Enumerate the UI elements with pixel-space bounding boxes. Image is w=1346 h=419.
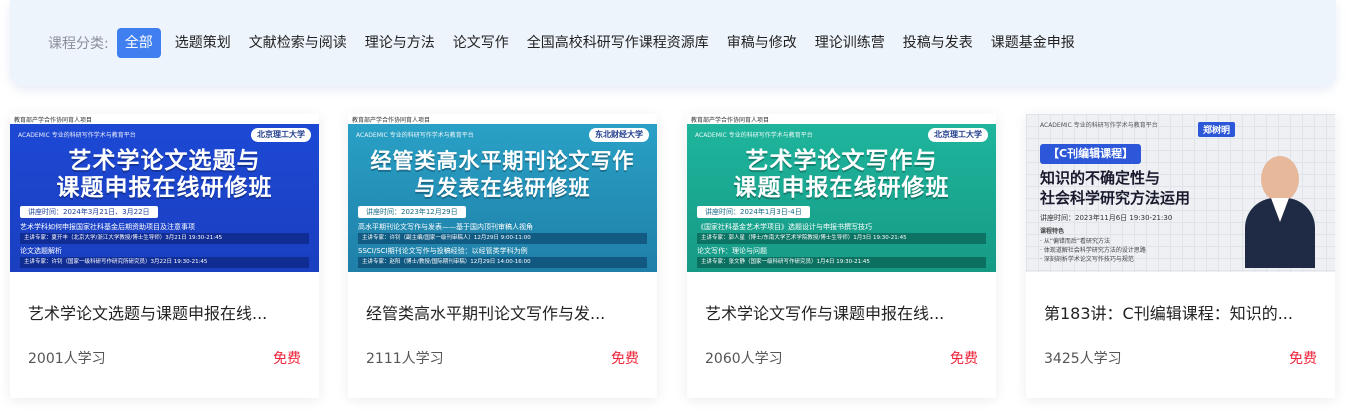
- thumb-headline-1: 知识的不确定性与: [1040, 169, 1161, 187]
- thumb-time: 讲座时间：2024年1月3日-4日: [697, 206, 810, 218]
- course-title[interactable]: 经管类高水平期刊论文写作与发...: [366, 300, 640, 324]
- learner-count: 2001人学习: [28, 351, 106, 367]
- thumb-bar-2: 主讲专家：许钊（国家一级科研写作研究所研究员）3月22日 19:30-21:45: [20, 257, 309, 268]
- thumb-line-2: 论文写作：理论与问题: [697, 247, 767, 255]
- thumb-topline: 教育部产学合作协同育人项目: [14, 117, 93, 124]
- price-badge: 免费: [273, 351, 301, 367]
- thumb-line-1: 艺术学科如何申报国家社科基金后期资助项目及注意事项: [20, 223, 195, 231]
- university-logo: 东北财经大学: [589, 128, 649, 142]
- course-thumbnail[interactable]: ACADEMIC 专业的科研写作学术与教育平台 【C刊编辑课程】 知识的不确定性…: [1026, 114, 1335, 272]
- thumb-topline: 教育部产学合作协同育人项目: [352, 117, 431, 124]
- thumb-line-1: 课程特色: [1040, 228, 1065, 235]
- learner-count: 3425人学习: [1044, 351, 1122, 367]
- price-badge: 免费: [611, 351, 639, 367]
- platform-logo: ACADEMIC 专业的科研写作学术与教育平台: [695, 132, 813, 139]
- thumb-time: 讲座时间：2023年11月6日 19:30-21:30: [1040, 214, 1173, 222]
- course-title[interactable]: 艺术学论文选题与课题申报在线...: [28, 300, 302, 324]
- filter-item-topic-planning[interactable]: 选题策划: [169, 28, 237, 58]
- thumb-line-1: 高水平期刊论文写作与发表——基于国内顶刊审稿人视角: [358, 223, 533, 231]
- thumb-line-2: · 从“偏错而后”看研究方法: [1040, 238, 1111, 245]
- course-filter-bar: 课程分类: 全部 选题策划 文献检索与阅读 理论与方法 论文写作 全国高校科研写…: [10, 0, 1336, 86]
- thumb-bar-1: 主讲专家：许钊（副主编/国家一级刊审稿人）12月29日 9:00-11:00: [358, 233, 647, 244]
- university-logo: 北京理工大学: [251, 128, 311, 142]
- thumb-headline-2: 社会科学研究方法运用: [1040, 189, 1191, 207]
- thumb-headline-1: 艺术学论文写作与: [745, 148, 938, 174]
- filter-item-review-revision[interactable]: 审稿与修改: [721, 28, 803, 58]
- thumb-headline-2: 课题申报在线研修班: [56, 175, 273, 201]
- thumb-headline-1: 艺术学论文选题与: [68, 148, 261, 174]
- filter-row: 课程分类: 全部 选题策划 文献检索与阅读 理论与方法 论文写作 全国高校科研写…: [48, 28, 1087, 58]
- thumb-line-3: · 体现道解社会科学研究方法的设计思路: [1040, 247, 1146, 254]
- filter-label: 课程分类:: [48, 36, 109, 52]
- filter-item-training-camp[interactable]: 理论训练营: [809, 28, 891, 58]
- platform-logo: ACADEMIC 专业的科研写作学术与教育平台: [18, 132, 136, 139]
- filter-item-all[interactable]: 全部: [116, 28, 161, 58]
- thumb-bar-1: 主讲专家：夏开丰（北京大学/浙江大学教授/博士生导师）3月21日 19:30-2…: [20, 233, 309, 244]
- thumb-topline: 教育部产学合作协同育人项目: [691, 117, 770, 124]
- filter-item-literature[interactable]: 文献检索与阅读: [243, 28, 353, 58]
- thumb-bar-2: 主讲专家：赵阳（博士/教授/国际期刊审稿）12月29日 14:00-16:00: [358, 257, 647, 268]
- price-badge: 免费: [1289, 351, 1317, 367]
- thumb-headline-2: 与发表在线研修班: [414, 176, 591, 200]
- course-card[interactable]: ACADEMIC 专业的科研写作学术与教育平台 【C刊编辑课程】 知识的不确定性…: [1026, 114, 1335, 398]
- course-thumbnail[interactable]: 教育部产学合作协同育人项目 ACADEMIC 专业的科研写作学术与教育平台 北京…: [687, 114, 996, 272]
- course-card[interactable]: 教育部产学合作协同育人项目 ACADEMIC 专业的科研写作学术与教育平台 东北…: [348, 114, 657, 398]
- university-logo: 北京理工大学: [928, 128, 988, 142]
- course-card[interactable]: 教育部产学合作协同育人项目 ACADEMIC 专业的科研写作学术与教育平台 北京…: [687, 114, 996, 398]
- thumb-bar-1: 主讲专家：郭人星（博士/东南大学艺术学院教授/博士生导师）1月3日 19:30-…: [697, 233, 986, 244]
- course-thumbnail[interactable]: 教育部产学合作协同育人项目 ACADEMIC 专业的科研写作学术与教育平台 北京…: [10, 114, 319, 272]
- filter-item-fund-application[interactable]: 课题基金申报: [985, 28, 1081, 58]
- speaker-photo: [1241, 144, 1319, 268]
- filter-item-theory-method[interactable]: 理论与方法: [359, 28, 441, 58]
- thumb-line-2: SSCI/SCI期刊论文写作与投稿经验：以经管类学科为例: [358, 247, 528, 255]
- filter-item-resource-library[interactable]: 全国高校科研写作课程资源库: [521, 28, 715, 58]
- learner-count: 2111人学习: [366, 351, 444, 367]
- thumb-bar-2: 主讲专家：张文静（国家一级科研写作研究员）1月4日 19:30-21:45: [697, 257, 986, 268]
- course-card[interactable]: 教育部产学合作协同育人项目 ACADEMIC 专业的科研写作学术与教育平台 北京…: [10, 114, 319, 398]
- platform-logo: ACADEMIC 专业的科研写作学术与教育平台: [356, 132, 474, 139]
- thumb-headline-2: 课题申报在线研修班: [733, 175, 950, 201]
- learner-count: 2060人学习: [705, 351, 783, 367]
- thumb-tag: 【C刊编辑课程】: [1040, 144, 1142, 164]
- course-title[interactable]: 艺术学论文写作与课题申报在线...: [705, 300, 979, 324]
- course-title[interactable]: 第183讲：C刊编辑课程：知识的...: [1044, 300, 1318, 324]
- filter-item-submission[interactable]: 投稿与发表: [897, 28, 979, 58]
- thumb-line-2: 论文选题解析: [20, 247, 62, 255]
- price-badge: 免费: [950, 351, 978, 367]
- thumb-line-1: 《国家社科基金艺术学项目》选题设计与申报书撰写技巧: [697, 223, 872, 231]
- filter-item-paper-writing[interactable]: 论文写作: [447, 28, 515, 58]
- thumb-line-4: · 深刻剖析学术论文写作技巧与规范: [1040, 256, 1134, 263]
- speaker-name: 郑树明: [1197, 122, 1235, 137]
- course-thumbnail[interactable]: 教育部产学合作协同育人项目 ACADEMIC 专业的科研写作学术与教育平台 东北…: [348, 114, 657, 272]
- platform-logo: ACADEMIC 专业的科研写作学术与教育平台: [1040, 122, 1158, 129]
- thumb-time: 讲座时间：2023年12月29日: [358, 206, 466, 218]
- thumb-headline-1: 经管类高水平期刊论文写作: [370, 149, 635, 173]
- thumb-time: 讲座时间：2024年3月21日、3月22日: [20, 206, 158, 218]
